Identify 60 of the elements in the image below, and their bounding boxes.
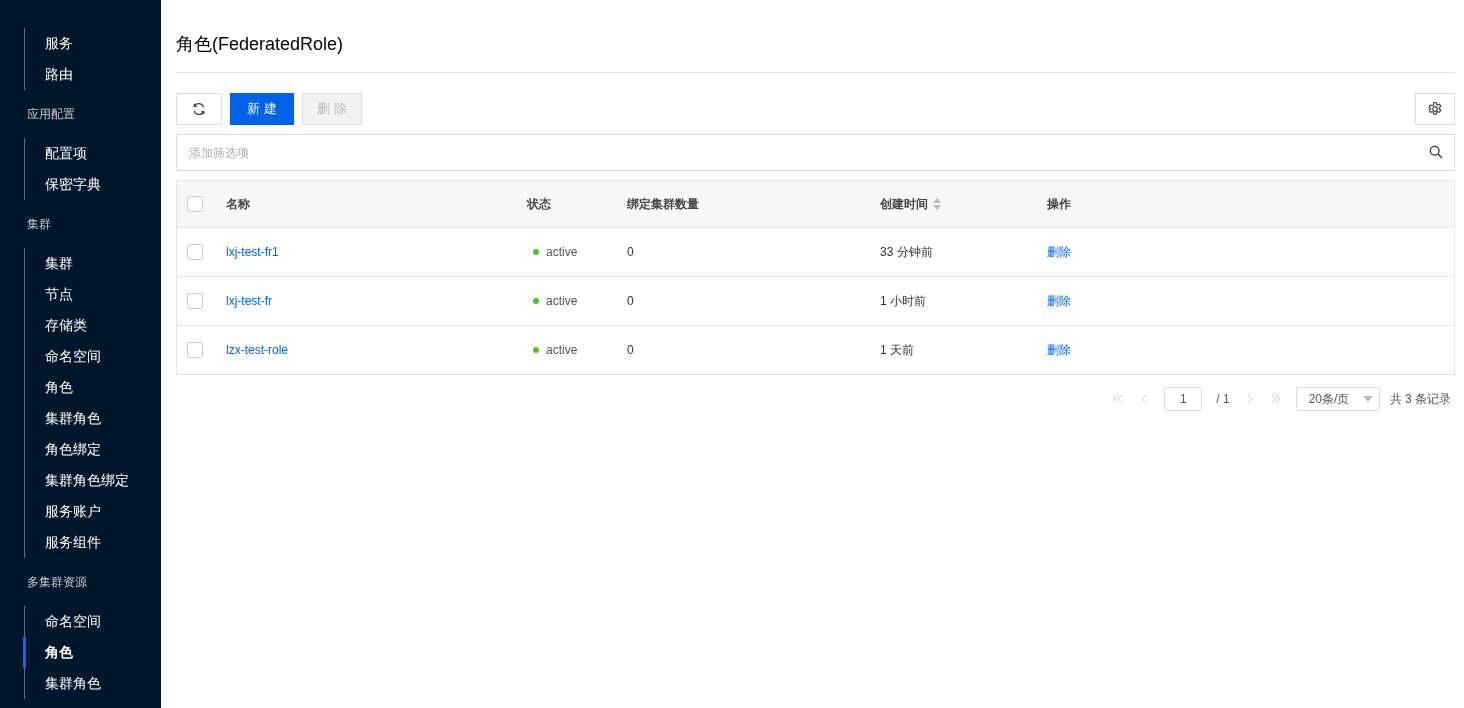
table-cell: 0: [627, 343, 634, 357]
sidebar-item[interactable]: 存储类: [23, 310, 161, 341]
status-text: active: [546, 343, 578, 357]
sidebar-item[interactable]: 路由: [23, 59, 161, 90]
sidebar-item[interactable]: 服务账户: [23, 496, 161, 527]
sidebar-item[interactable]: 集群角色: [23, 403, 161, 434]
settings-icon: [1427, 101, 1443, 117]
table-cell: 0: [627, 245, 634, 259]
create-button[interactable]: 新 建: [230, 93, 294, 125]
sidebar-heading: 集群: [26, 216, 52, 233]
sidebar-item[interactable]: 服务组件: [23, 527, 161, 558]
sidebar-item[interactable]: 集群: [23, 248, 161, 279]
refresh-icon: [192, 102, 206, 116]
sidebar-item[interactable]: 角色绑定: [23, 434, 161, 465]
sidebar-item[interactable]: 角色: [23, 637, 161, 668]
sidebar-item[interactable]: 节点: [23, 279, 161, 310]
refresh-button[interactable]: [176, 93, 222, 125]
page-title: 角色(FederatedRole): [176, 0, 1455, 73]
table-cell: 0: [627, 294, 634, 308]
column-header: 名称: [226, 195, 250, 213]
page-total: / 1: [1216, 392, 1230, 406]
delete-link[interactable]: 删除: [1047, 293, 1071, 308]
sidebar-item[interactable]: 命名空间: [23, 606, 161, 637]
page-size-select[interactable]: 20条/页: [1295, 387, 1380, 411]
sidebar-heading: 多集群资源: [26, 574, 88, 591]
first-page-icon[interactable]: [1112, 394, 1125, 404]
page-input[interactable]: 1: [1164, 387, 1203, 411]
search-field[interactable]: 添加筛选项: [176, 134, 1455, 171]
search-icon: [1429, 145, 1443, 159]
sidebar-item[interactable]: 保密字典: [23, 169, 161, 200]
sidebar-item[interactable]: 配置项: [23, 138, 161, 169]
table-cell: 1 天前: [880, 341, 914, 359]
sidebar-heading: 应用配置: [26, 106, 76, 123]
column-header: 操作: [1047, 195, 1071, 213]
table-cell: 1 小时前: [880, 292, 926, 310]
sidebar-item[interactable]: 集群角色: [23, 668, 161, 699]
sidebar-item[interactable]: 命名空间: [23, 341, 161, 372]
settings-button[interactable]: [1415, 93, 1455, 125]
role-name-link[interactable]: lzx-test-role: [226, 343, 288, 357]
last-page-icon[interactable]: [1269, 394, 1282, 404]
caret-icon: [1362, 396, 1373, 402]
row-checkbox[interactable]: [187, 342, 203, 358]
sidebar-item[interactable]: 服务: [23, 28, 161, 59]
row-checkbox[interactable]: [187, 293, 203, 309]
status-text: active: [546, 245, 578, 259]
role-name-link[interactable]: lxj-test-fr1: [226, 245, 279, 259]
record-count: 共 3 条记录: [1389, 390, 1451, 408]
sort-icon[interactable]: [932, 198, 942, 210]
delete-link[interactable]: 删除: [1047, 342, 1071, 357]
column-header: 绑定集群数量: [627, 195, 699, 213]
column-header: 状态: [527, 195, 551, 213]
sidebar-item[interactable]: 角色: [23, 372, 161, 403]
column-header: 创建时间: [880, 195, 928, 213]
table-cell: 33 分钟前: [880, 243, 933, 261]
delete-link[interactable]: 删除: [1047, 244, 1071, 259]
status-text: active: [546, 294, 578, 308]
role-name-link[interactable]: lxj-test-fr: [226, 294, 272, 308]
row-checkbox[interactable]: [187, 244, 203, 260]
select-all-checkbox[interactable]: [187, 196, 203, 212]
sidebar-item[interactable]: 集群角色绑定: [23, 465, 161, 496]
